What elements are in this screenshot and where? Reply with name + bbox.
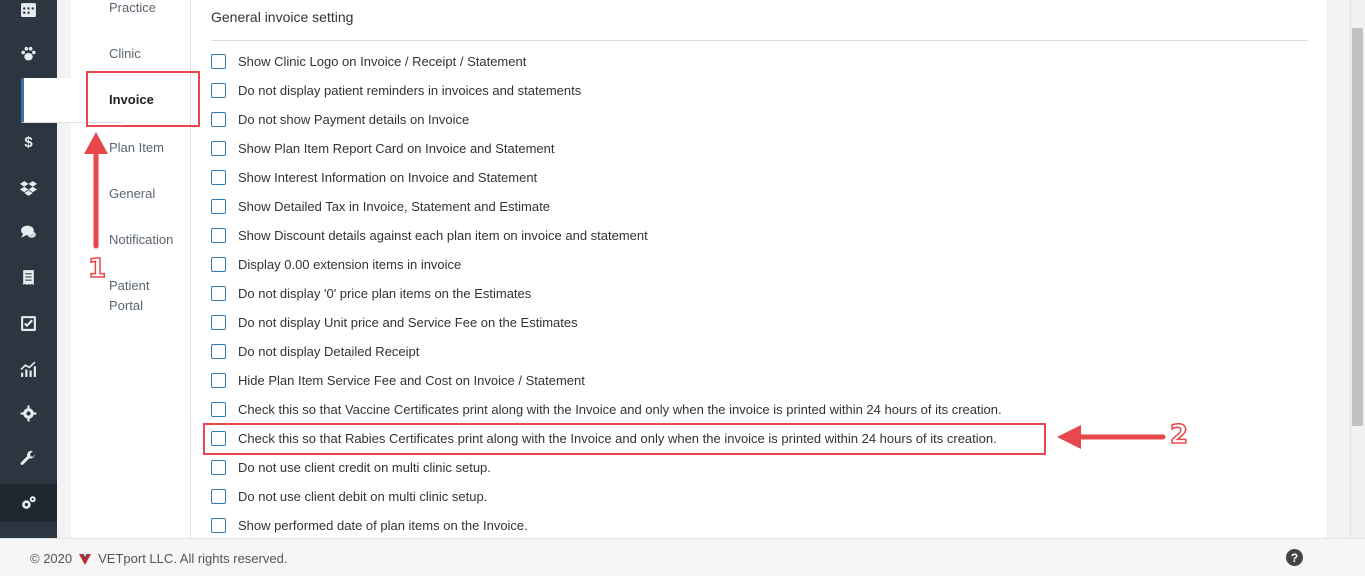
option-label[interactable]: Show Detailed Tax in Invoice, Statement …	[238, 199, 550, 214]
company-name: VETport LLC. All rights reserved.	[98, 551, 288, 566]
submenu-item-clinic[interactable]: Clinic	[109, 44, 187, 64]
option-checkbox[interactable]	[211, 459, 226, 475]
option-label[interactable]: Do not display '0' price plan items on t…	[238, 286, 531, 301]
option-label[interactable]: Do not display Detailed Receipt	[238, 344, 419, 359]
option-label[interactable]: Do not use client credit on multi clinic…	[238, 460, 491, 475]
vetport-logo-icon	[79, 553, 92, 565]
option-checkbox[interactable]	[211, 82, 226, 98]
option-label[interactable]: Hide Plan Item Service Fee and Cost on I…	[238, 373, 585, 388]
submenu-item-general[interactable]: General	[109, 184, 187, 204]
option-checkbox[interactable]	[211, 488, 226, 504]
option-checkbox[interactable]	[211, 343, 226, 359]
option-label[interactable]: Show Discount details against each plan …	[238, 228, 648, 243]
option-row[interactable]: Check this so that Rabies Certificates p…	[211, 428, 997, 448]
submenu-item-plan-item[interactable]: Plan Item	[109, 138, 187, 158]
option-row[interactable]: Show Discount details against each plan …	[211, 225, 648, 245]
annotation-number-1: 1	[87, 253, 107, 285]
dollar-glyph: $	[24, 133, 33, 151]
receipt-icon[interactable]	[0, 262, 57, 292]
footer-copyright: © 2020 VETport LLC. All rights reserved.	[30, 551, 287, 566]
annotation-arrow-up	[84, 132, 108, 249]
section-divider	[211, 40, 1308, 41]
option-checkbox[interactable]	[211, 430, 226, 446]
right-gutter	[1326, 0, 1350, 538]
option-checkbox[interactable]	[211, 227, 226, 243]
option-row[interactable]: Do not display Unit price and Service Fe…	[211, 312, 578, 332]
gear-icon[interactable]	[0, 398, 57, 428]
option-row[interactable]: Do not display Detailed Receipt	[211, 341, 419, 361]
annotation-box-invoice	[86, 71, 200, 127]
option-checkbox[interactable]	[211, 169, 226, 185]
wrench-icon[interactable]	[0, 443, 57, 473]
option-label[interactable]: Show Interest Information on Invoice and…	[238, 170, 537, 185]
option-row[interactable]: Do not use client debit on multi clinic …	[211, 486, 487, 506]
submenu-item-notification[interactable]: Notification	[109, 230, 187, 250]
checkbox-icon[interactable]	[0, 308, 57, 338]
option-checkbox[interactable]	[211, 285, 226, 301]
option-label[interactable]: Do not display Unit price and Service Fe…	[238, 315, 578, 330]
option-checkbox[interactable]	[211, 372, 226, 388]
gears-icon[interactable]	[0, 484, 57, 522]
option-row[interactable]: Display 0.00 extension items in invoice	[211, 254, 461, 274]
option-checkbox[interactable]	[211, 53, 226, 69]
option-checkbox[interactable]	[211, 314, 226, 330]
option-row[interactable]: Do not display '0' price plan items on t…	[211, 283, 531, 303]
option-row[interactable]: Check this so that Vaccine Certificates …	[211, 399, 1002, 419]
option-checkbox[interactable]	[211, 401, 226, 417]
option-checkbox[interactable]	[211, 111, 226, 127]
option-label[interactable]: Show Clinic Logo on Invoice / Receipt / …	[238, 54, 526, 69]
option-checkbox[interactable]	[211, 198, 226, 214]
option-row[interactable]: Show Clinic Logo on Invoice / Receipt / …	[211, 51, 526, 71]
option-row[interactable]: Show performed date of plan items on the…	[211, 515, 528, 535]
annotation-number-2: 2	[1169, 419, 1189, 451]
option-row[interactable]: Do not display patient reminders in invo…	[211, 80, 581, 100]
option-checkbox[interactable]	[211, 256, 226, 272]
paw-icon[interactable]	[0, 38, 57, 68]
section-title: General invoice setting	[211, 9, 354, 25]
option-row[interactable]: Show Detailed Tax in Invoice, Statement …	[211, 196, 550, 216]
scrollbar-thumb[interactable]	[1352, 28, 1363, 426]
option-label[interactable]: Check this so that Vaccine Certificates …	[238, 402, 1002, 417]
submenu-item-patient-portal[interactable]: Patient Portal	[109, 276, 187, 316]
option-label[interactable]: Show performed date of plan items on the…	[238, 518, 528, 533]
annotation-arrow-left	[1057, 425, 1166, 449]
option-label[interactable]: Do not display patient reminders in invo…	[238, 83, 581, 98]
submenu-item-practice[interactable]: Practice	[109, 0, 187, 18]
option-checkbox[interactable]	[211, 140, 226, 156]
chart-icon[interactable]	[0, 354, 57, 384]
option-label[interactable]: Do not show Payment details on Invoice	[238, 112, 469, 127]
help-icon[interactable]: ?	[1286, 549, 1303, 566]
option-row[interactable]: Show Interest Information on Invoice and…	[211, 167, 537, 187]
dropbox-icon[interactable]	[0, 173, 57, 203]
option-row[interactable]: Do not show Payment details on Invoice	[211, 109, 469, 129]
calendar-icon[interactable]	[0, 0, 57, 24]
option-row[interactable]: Hide Plan Item Service Fee and Cost on I…	[211, 370, 585, 390]
chat-icon[interactable]	[0, 217, 57, 247]
dollar-icon[interactable]: $	[0, 127, 57, 157]
option-label[interactable]: Do not use client debit on multi clinic …	[238, 489, 487, 504]
copyright-year: © 2020	[30, 551, 73, 566]
option-label[interactable]: Show Plan Item Report Card on Invoice an…	[238, 141, 555, 156]
option-row[interactable]: Show Plan Item Report Card on Invoice an…	[211, 138, 555, 158]
option-row[interactable]: Do not use client credit on multi clinic…	[211, 457, 491, 477]
option-checkbox[interactable]	[211, 517, 226, 533]
option-label[interactable]: Display 0.00 extension items in invoice	[238, 257, 461, 272]
option-label[interactable]: Check this so that Rabies Certificates p…	[238, 431, 997, 446]
